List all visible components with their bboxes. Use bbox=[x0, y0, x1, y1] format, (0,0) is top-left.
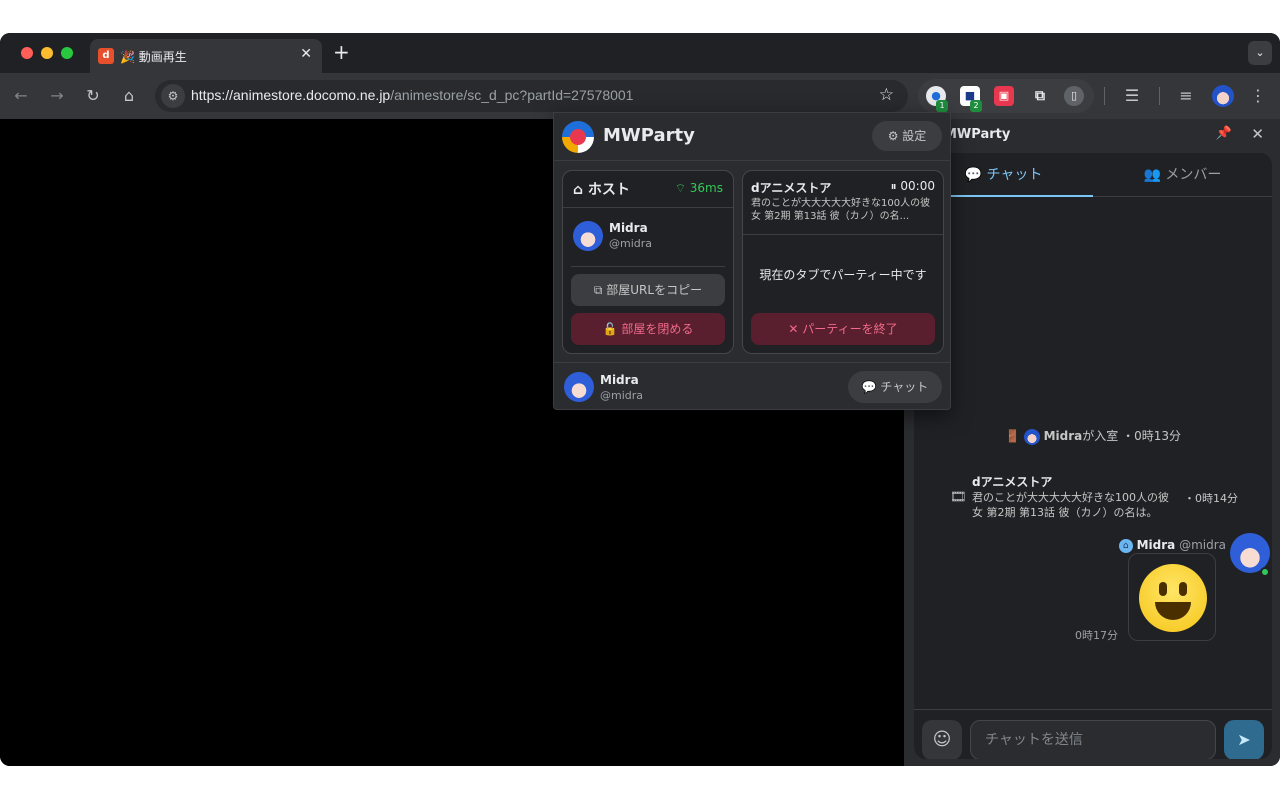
ping-indicator: ⌔ 36ms bbox=[674, 181, 723, 195]
chat-panel: 💬 チャット 👥 メンバー 🚪 Midraが入室 ・0時13分 🎞 dアニメスト… bbox=[914, 153, 1272, 759]
side-panel-title: MWParty bbox=[944, 127, 1011, 142]
open-chat-button[interactable]: 💬 チャット bbox=[848, 371, 942, 403]
join-text: が入室 bbox=[1082, 429, 1119, 443]
media-episode: 君のことが大大大大大好きな100人の彼女 第2期 第13話 彼（カノ）の名... bbox=[751, 198, 931, 222]
zoom-window-button[interactable] bbox=[61, 47, 73, 59]
new-tab-button[interactable]: + bbox=[333, 41, 350, 63]
host-user-name: Midra bbox=[609, 221, 648, 235]
toolbar-separator bbox=[1159, 87, 1160, 105]
avatar bbox=[573, 221, 603, 251]
back-icon[interactable]: ← bbox=[10, 85, 32, 107]
media-service: dアニメストア bbox=[751, 181, 832, 195]
media-controls-icon[interactable]: ≡ bbox=[1175, 85, 1197, 107]
film-icon: 🎞 bbox=[950, 490, 967, 505]
browser-menu-icon[interactable]: ⋮ bbox=[1247, 85, 1269, 107]
popup-title: MWParty bbox=[603, 125, 695, 146]
mwparty-logo-icon bbox=[562, 121, 594, 153]
tab-title: 🎉 動画再生 bbox=[120, 50, 187, 64]
address-bar[interactable]: ⚙ https://animestore.docomo.ne.jp/animes… bbox=[155, 80, 908, 112]
chat-input[interactable] bbox=[970, 720, 1216, 759]
close-tab-icon[interactable]: ✕ bbox=[300, 46, 312, 62]
divider bbox=[563, 207, 733, 208]
mwparty-popup: MWParty ⚙ 設定 ⌂ ホスト ⌔ 36ms Midra @midra ⧉… bbox=[553, 112, 951, 410]
tab-strip: d 🎉 動画再生 ✕ + ⌄ bbox=[0, 33, 1280, 73]
join-user-name: Midra bbox=[1043, 429, 1083, 443]
footer-user-name: Midra bbox=[600, 373, 639, 387]
home-icon[interactable]: ⌂ bbox=[118, 85, 140, 107]
reload-icon[interactable]: ↻ bbox=[82, 85, 104, 107]
online-status-dot bbox=[1260, 567, 1270, 577]
chat-composer: ☺ ➤ bbox=[914, 709, 1272, 759]
divider bbox=[571, 266, 725, 267]
host-user-handle: @midra bbox=[609, 237, 653, 250]
side-panel-header: MWParty 📌 ✕ bbox=[904, 119, 1280, 153]
chat-extension-icon[interactable]: ▣ bbox=[994, 86, 1014, 106]
reading-list-icon[interactable]: ☰ bbox=[1121, 85, 1143, 107]
popup-header: MWParty ⚙ 設定 bbox=[554, 113, 950, 161]
copy-room-url-button[interactable]: ⧉ 部屋URLをコピー bbox=[571, 274, 725, 306]
url-host: https://animestore.docomo.ne.jp bbox=[191, 87, 391, 103]
profile-avatar[interactable] bbox=[1212, 85, 1234, 107]
favicon-icon: d bbox=[98, 48, 114, 64]
message-header: ⌂ Midra @midra bbox=[1118, 538, 1226, 553]
tab-search-button[interactable]: ⌄ bbox=[1248, 41, 1272, 65]
media-message-time: ・0時14分 bbox=[1184, 492, 1238, 505]
forward-icon[interactable]: → bbox=[46, 85, 68, 107]
url-path: /animestore/sc_d_pc?partId=27578001 bbox=[390, 87, 634, 103]
settings-button[interactable]: ⚙ 設定 bbox=[872, 121, 942, 151]
message-user-handle: @midra bbox=[1179, 538, 1226, 552]
message-user-name: Midra bbox=[1136, 538, 1176, 552]
extension-badge: 2 bbox=[970, 100, 982, 112]
minimize-window-button[interactable] bbox=[41, 47, 53, 59]
media-episode: 君のことが大大大大大好きな100人の彼女 第2期 第13話 彼（カノ）の名は。 bbox=[972, 491, 1169, 519]
join-time: ・0時13分 bbox=[1122, 429, 1182, 443]
avatar bbox=[1023, 428, 1040, 445]
message-time: 0時17分 bbox=[1075, 629, 1118, 642]
host-card: ⌂ ホスト ⌔ 36ms Midra @midra ⧉ 部屋URLをコピー 🔓 … bbox=[562, 170, 734, 354]
party-status: 現在のタブでパーティー中です bbox=[759, 268, 927, 282]
close-window-button[interactable] bbox=[21, 47, 33, 59]
end-party-button[interactable]: ✕ パーティーを終了 bbox=[751, 313, 935, 345]
divider bbox=[743, 234, 943, 235]
extensions-group: ● 1 ■ 2 ▣ ⧉ ▯ bbox=[918, 79, 1094, 113]
close-icon[interactable]: ✕ bbox=[1251, 125, 1264, 143]
side-panel-toggle-icon[interactable]: ▯ bbox=[1064, 86, 1084, 106]
tab-members[interactable]: 👥 メンバー bbox=[1093, 153, 1272, 197]
avatar bbox=[564, 372, 594, 402]
emoji-message-bubble bbox=[1128, 553, 1216, 641]
browser-window: d 🎉 動画再生 ✕ + ⌄ ← → ↻ ⌂ ⚙ https://animest… bbox=[0, 33, 1280, 766]
puzzle-extensions-icon[interactable]: ⧉ bbox=[1030, 86, 1050, 106]
popup-footer: Midra @midra 💬 チャット bbox=[554, 362, 950, 410]
emoji-picker-button[interactable]: ☺ bbox=[922, 720, 962, 759]
door-icon: 🚪 bbox=[1004, 429, 1020, 443]
pin-icon[interactable]: 📌 bbox=[1216, 126, 1232, 141]
host-icon: ⌂ bbox=[1118, 538, 1133, 553]
media-card: dアニメストア ⏸ 00:00 君のことが大大大大大好きな100人の彼女 第2期… bbox=[742, 170, 944, 354]
browser-tab[interactable]: d 🎉 動画再生 ✕ bbox=[90, 39, 322, 73]
playback-time: ⏸ 00:00 bbox=[890, 179, 935, 193]
send-button[interactable]: ➤ bbox=[1224, 720, 1264, 759]
panel-tabs: 💬 チャット 👥 メンバー bbox=[914, 153, 1272, 197]
bookmark-star-icon[interactable]: ☆ bbox=[879, 85, 894, 105]
media-service: dアニメストア bbox=[972, 475, 1053, 489]
site-info-icon[interactable]: ⚙ bbox=[161, 84, 185, 108]
toolbar-separator bbox=[1104, 87, 1105, 105]
close-room-button[interactable]: 🔓 部屋を閉める bbox=[571, 313, 725, 345]
side-panel: MWParty 📌 ✕ 💬 チャット 👥 メンバー 🚪 Midraが入室 ・0時… bbox=[904, 119, 1280, 766]
host-card-title: ⌂ ホスト bbox=[573, 182, 630, 198]
url-text[interactable]: https://animestore.docomo.ne.jp/animesto… bbox=[191, 87, 633, 103]
footer-user-handle: @midra bbox=[600, 389, 644, 402]
join-message: 🚪 Midraが入室 ・0時13分 bbox=[914, 427, 1272, 445]
extension-badge: 1 bbox=[936, 100, 948, 112]
smiley-emoji-icon bbox=[1139, 564, 1207, 632]
